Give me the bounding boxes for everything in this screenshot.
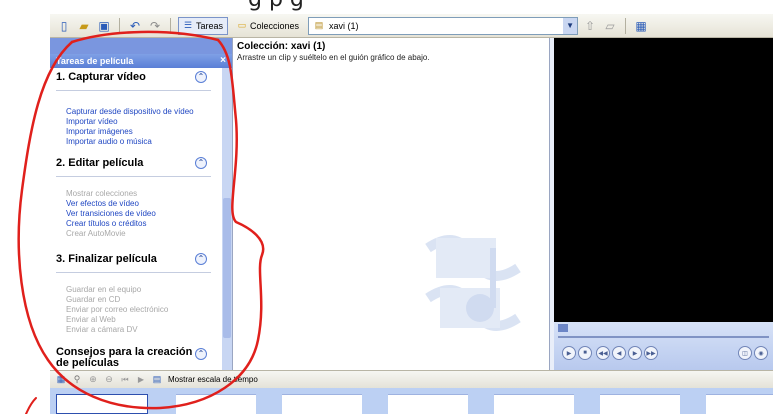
- zoom-out-icon[interactable]: ⊖: [104, 372, 114, 388]
- next-frame-icon[interactable]: ▶: [628, 346, 642, 360]
- section-divider: [56, 90, 211, 91]
- play-storyboard-icon[interactable]: ▶: [136, 372, 146, 388]
- collection-select[interactable]: ▤ xavi (1) ▼: [308, 16, 579, 35]
- toolbar-separator: [625, 17, 627, 34]
- storyboard-slot[interactable]: [600, 394, 680, 414]
- storyboard-slot[interactable]: [388, 394, 468, 414]
- task-pane-title: Tareas de película: [56, 56, 134, 66]
- task-pane-header: Tareas de película ×: [50, 54, 232, 68]
- chevron-down-icon[interactable]: ▼: [563, 17, 578, 34]
- save-icon[interactable]: ▣: [96, 18, 112, 34]
- undo-icon[interactable]: ↶: [127, 18, 143, 34]
- narrate-icon[interactable]: ⚲: [72, 372, 82, 388]
- fast-forward-icon[interactable]: ▶▶: [644, 346, 658, 360]
- collection-instructions: Arrastre un clip y suéltelo en el guión …: [237, 53, 430, 62]
- tasks-button-label: Tareas: [196, 20, 224, 31]
- rewind-icon[interactable]: ◀◀: [596, 346, 610, 360]
- collapse-chevron-icon[interactable]: ⌃: [195, 71, 207, 83]
- main-toolbar: ▯ ▰ ▣ ↶ ↷ ☰ Tareas ▭ Colecciones ▤ xavi …: [50, 14, 773, 38]
- storyboard-slot[interactable]: [706, 394, 773, 414]
- film-music-watermark-icon: [425, 235, 521, 331]
- section-finish-title[interactable]: 3. Finalizar película: [56, 253, 157, 265]
- slide-caption-strip: g p g: [0, 0, 773, 14]
- task-link-import-images[interactable]: Importar imágenes: [66, 127, 133, 136]
- section-divider: [56, 272, 211, 273]
- task-link-send-dv: Enviar a cámara DV: [66, 325, 138, 334]
- storyboard-toolbar: ▦ ⚲ ⊕ ⊖ ⏮ ▶ ▤ Mostrar escala de tiempo: [50, 370, 773, 388]
- split-clip-icon[interactable]: ◫: [738, 346, 752, 360]
- task-link-send-web: Enviar al Web: [66, 315, 116, 324]
- collections-button-label: Colecciones: [250, 20, 300, 31]
- storyboard-icon[interactable]: ▦: [56, 372, 66, 388]
- storyboard-slot[interactable]: [282, 394, 362, 414]
- new-project-icon[interactable]: ▯: [56, 18, 72, 34]
- task-pane-scrollbar[interactable]: [222, 68, 232, 370]
- task-link-automovie: Crear AutoMovie: [66, 229, 126, 238]
- section-tips-title[interactable]: Consejos para la creación de películas: [56, 347, 196, 369]
- storyboard-slot[interactable]: [494, 394, 574, 414]
- tasks-icon: ☰: [183, 20, 193, 30]
- task-link-send-email: Enviar por correo electrónico: [66, 305, 169, 314]
- previous-frame-icon[interactable]: ◀: [612, 346, 626, 360]
- collection-select-value: xavi (1): [329, 20, 359, 31]
- collection-pane: Colección: xavi (1) Arrastre un clip y s…: [232, 38, 550, 370]
- task-pane-body: 1. Capturar vídeo ⌃ Capturar desde dispo…: [50, 68, 222, 370]
- task-link-save-cd: Guardar en CD: [66, 295, 121, 304]
- collection-title: Colección: xavi (1): [237, 41, 326, 52]
- up-folder-icon[interactable]: ⇧: [582, 18, 598, 34]
- task-link-import-audio[interactable]: Importar audio o música: [66, 137, 152, 146]
- playback-controls: ▶ ■ ◀◀ ◀ ▶ ▶▶ ◫ ◉: [554, 322, 773, 370]
- rewind-storyboard-icon[interactable]: ⏮: [120, 372, 130, 388]
- storyboard-slot[interactable]: [56, 394, 148, 414]
- seek-position-indicator[interactable]: [558, 324, 568, 332]
- scrollbar-thumb[interactable]: [223, 198, 231, 338]
- task-link-video-effects[interactable]: Ver efectos de vídeo: [66, 199, 139, 208]
- storyboard-slot[interactable]: [176, 394, 256, 414]
- task-link-save-computer: Guardar en el equipo: [66, 285, 142, 294]
- section-capture-title[interactable]: 1. Capturar vídeo: [56, 71, 146, 83]
- movie-tasks-pane: Tareas de película × 1. Capturar vídeo ⌃…: [50, 38, 232, 370]
- task-link-show-collections: Mostrar colecciones: [66, 189, 138, 198]
- stop-icon[interactable]: ■: [578, 346, 592, 360]
- show-timeline-button[interactable]: Mostrar escala de tiempo: [168, 375, 258, 384]
- tasks-button[interactable]: ☰ Tareas: [178, 16, 229, 35]
- play-icon[interactable]: ▶: [562, 346, 576, 360]
- collapse-chevron-icon[interactable]: ⌃: [195, 157, 207, 169]
- zoom-in-icon[interactable]: ⊕: [88, 372, 98, 388]
- collapse-chevron-icon[interactable]: ⌃: [195, 253, 207, 265]
- collection-folder-icon: ▤: [314, 20, 324, 30]
- collapse-chevron-icon[interactable]: ⌃: [195, 348, 207, 360]
- task-link-titles-credits[interactable]: Crear títulos o créditos: [66, 219, 146, 228]
- task-link-import-video[interactable]: Importar vídeo: [66, 117, 118, 126]
- redo-icon[interactable]: ↷: [147, 18, 163, 34]
- section-divider: [56, 176, 211, 177]
- task-link-video-transitions[interactable]: Ver transiciones de vídeo: [66, 209, 156, 218]
- collections-button[interactable]: ▭ Colecciones: [232, 17, 304, 35]
- task-link-capture-device[interactable]: Capturar desde dispositivo de vídeo: [66, 107, 194, 116]
- preview-screen: [554, 38, 773, 322]
- preview-monitor: ▶ ■ ◀◀ ◀ ▶ ▶▶ ◫ ◉: [550, 38, 773, 370]
- seek-bar[interactable]: [558, 336, 769, 338]
- toolbar-separator: [170, 17, 171, 34]
- new-folder-icon[interactable]: ▱: [602, 18, 618, 34]
- folder-icon: ▭: [237, 20, 247, 30]
- toolbar-separator: [119, 17, 120, 34]
- snapshot-icon[interactable]: ◉: [754, 346, 768, 360]
- close-icon[interactable]: ×: [220, 54, 226, 68]
- storyboard-strip: [50, 388, 773, 414]
- views-icon[interactable]: ▦: [633, 18, 649, 34]
- timeline-icon[interactable]: ▤: [152, 372, 162, 388]
- slide-caption-fragment: g p g: [248, 0, 304, 12]
- open-icon[interactable]: ▰: [76, 18, 92, 34]
- section-edit-title[interactable]: 2. Editar película: [56, 157, 143, 169]
